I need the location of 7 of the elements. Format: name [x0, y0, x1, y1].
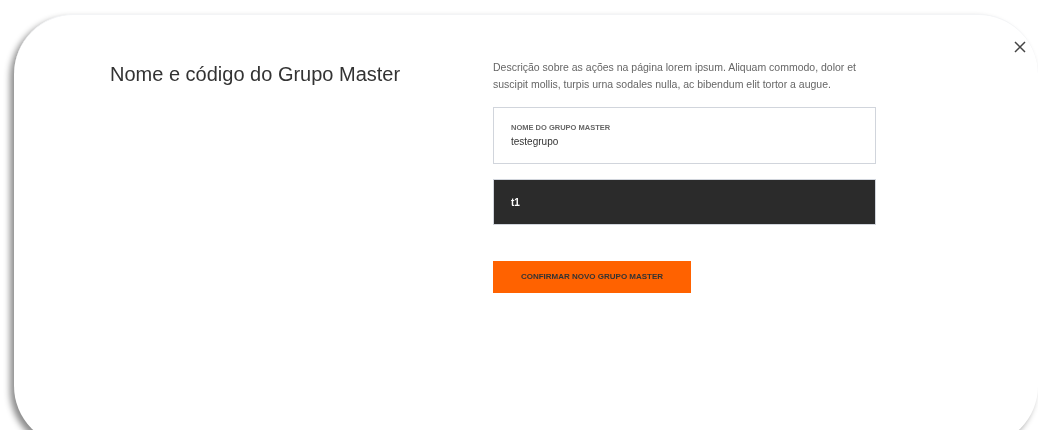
dialog-title: Nome e código do Grupo Master	[110, 62, 402, 87]
description-text: Descrição sobre as ações na página lorem ipsum. Aliquam commodo, dolor et suscipit mollis, turpis urna sodales nulla, ac bibendum elit tortor a augue.	[493, 60, 857, 92]
text-field[interactable]: t1	[493, 179, 876, 225]
field-value: t1	[511, 195, 521, 210]
field-value: testegrupo	[511, 134, 560, 149]
close-icon[interactable]	[1014, 41, 1026, 53]
confirm-button[interactable]: CONFIRMAR NOVO GRUPO MASTER	[493, 261, 691, 293]
